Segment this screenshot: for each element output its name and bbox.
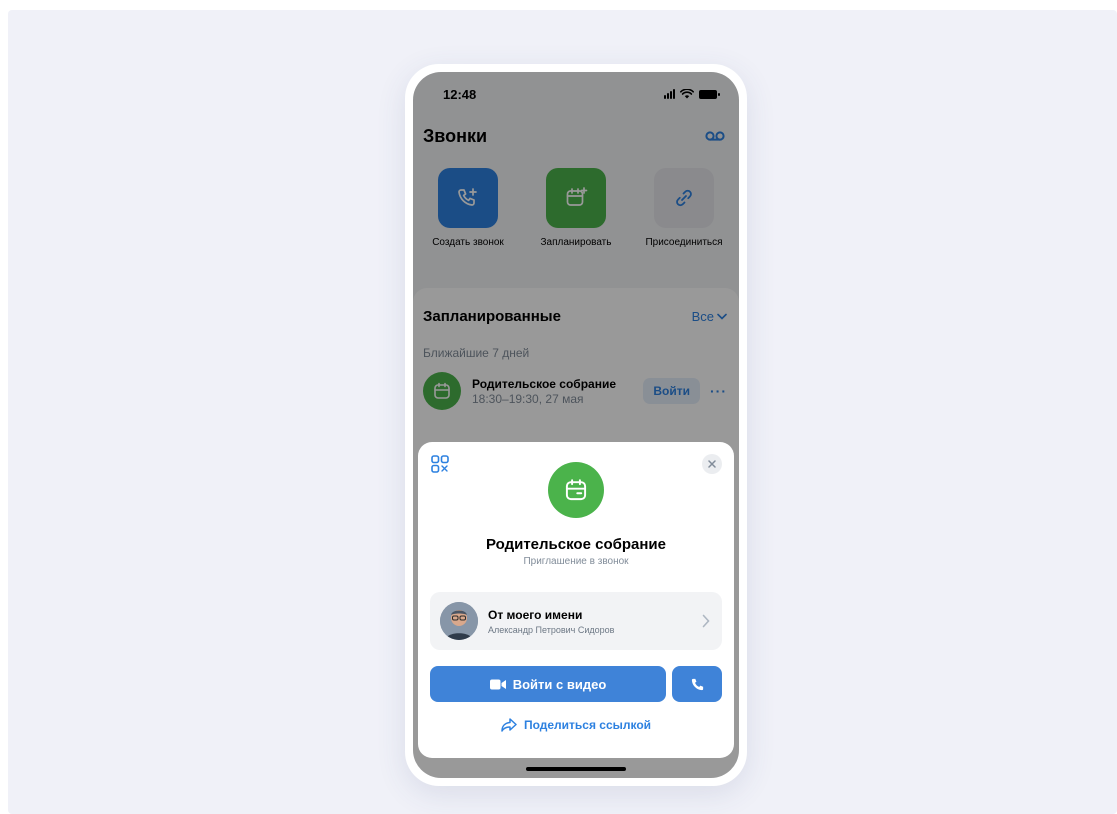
- join-with-video-button[interactable]: Войти с видео: [430, 666, 666, 702]
- chevron-right-icon: [702, 614, 710, 628]
- caller-name: Александр Петрович Сидоров: [488, 624, 615, 635]
- sheet-title: Родительское собрание: [486, 536, 666, 553]
- caller-identity-text: От моего имени Александр Петрович Сидоро…: [488, 608, 702, 635]
- phone-icon: [691, 678, 703, 690]
- caller-identity-selector[interactable]: От моего имени Александр Петрович Сидоро…: [430, 592, 722, 650]
- phone-screen: 12:48 Звонки Создать звонок Запланироват…: [413, 72, 739, 778]
- invite-sheet: Родительское собрание Приглашение в звон…: [418, 442, 734, 758]
- share-link-button[interactable]: Поделиться ссылкой: [418, 718, 734, 732]
- caller-identity-title: От моего имени: [488, 607, 583, 622]
- avatar: [440, 602, 478, 640]
- close-button[interactable]: [702, 454, 722, 474]
- join-with-video-label: Войти с видео: [512, 676, 607, 692]
- home-indicator: [526, 767, 626, 771]
- event-avatar-large: [548, 462, 604, 518]
- join-audio-button[interactable]: [672, 666, 722, 702]
- close-icon: [708, 460, 716, 468]
- calendar-icon: [565, 479, 587, 501]
- share-icon: [501, 718, 517, 732]
- share-link-label: Поделиться ссылкой: [523, 718, 652, 732]
- video-camera-icon: [489, 679, 506, 689]
- phone-frame: 12:48 Звонки Создать звонок Запланироват…: [405, 64, 747, 786]
- page-background: 12:48 Звонки Создать звонок Запланироват…: [8, 10, 1117, 814]
- sheet-subtitle: Приглашение в звонок: [523, 556, 629, 567]
- qr-code-icon[interactable]: [430, 454, 450, 474]
